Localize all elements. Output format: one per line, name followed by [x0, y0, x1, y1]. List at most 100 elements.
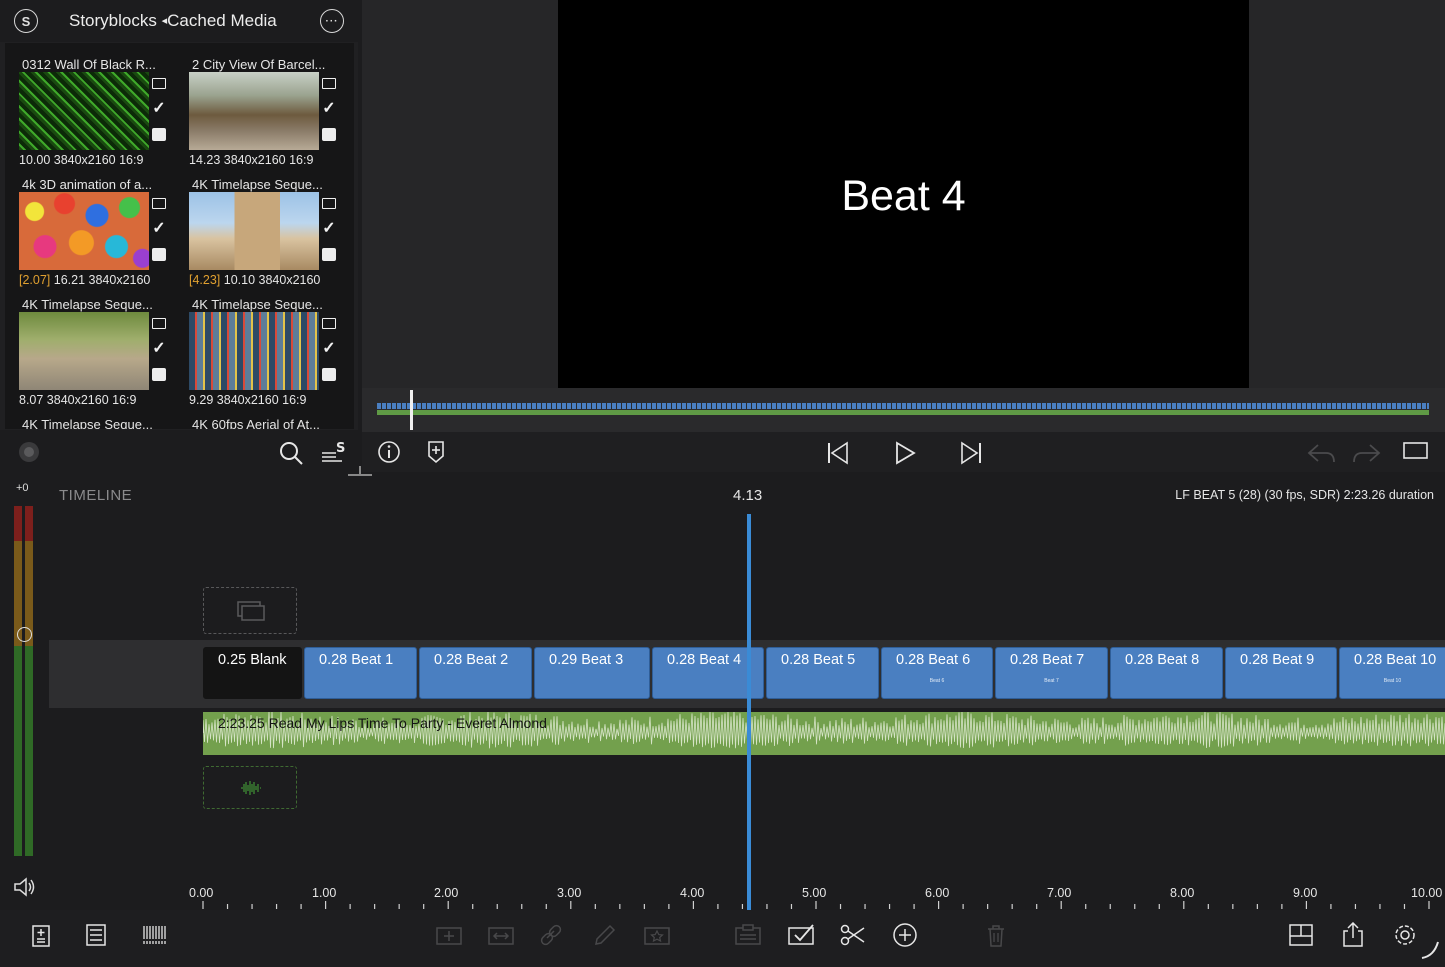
- clip-label: 0.28 Beat 2: [434, 652, 509, 668]
- title-track-placeholder[interactable]: [203, 587, 297, 634]
- viewer-frame[interactable]: Beat 4: [558, 0, 1249, 388]
- media-thumbnail[interactable]: [19, 312, 149, 390]
- clip-label: 0.28 Beat 9: [1240, 652, 1315, 668]
- scrubber-playhead[interactable]: [410, 390, 413, 430]
- timeline-clip[interactable]: 0.28 Beat 2: [419, 647, 532, 699]
- skip-forward-icon[interactable]: [959, 441, 983, 465]
- viewer-title-text: Beat 4: [841, 172, 966, 220]
- timeline-clip[interactable]: 0.28 Beat 6 Beat 6: [881, 647, 993, 699]
- add-marker-icon[interactable]: [426, 440, 446, 464]
- timeline-clip[interactable]: 0.29 Beat 3: [534, 647, 650, 699]
- media-item[interactable]: 4K Timelapse Seque...: [5, 403, 170, 429]
- media-item[interactable]: 4k 3D animation of a... ✓ [2.07] 16.21 3…: [5, 163, 170, 287]
- undo-icon[interactable]: [1306, 442, 1336, 464]
- video-icon: [322, 198, 336, 209]
- barcode-icon[interactable]: [140, 922, 168, 948]
- search-icon[interactable]: [278, 440, 304, 466]
- media-browser: S Storyblocks ◂Cached Media ··· 0312 Wal…: [0, 0, 358, 472]
- sort-icon[interactable]: S: [320, 439, 346, 465]
- ruler-label: 7.00: [1047, 886, 1072, 900]
- timeline-clip[interactable]: 0.28 Beat 1: [304, 647, 417, 699]
- add-title-icon[interactable]: [435, 922, 463, 948]
- media-status-icons: ✓: [322, 76, 338, 151]
- clip-label: 0.28 Beat 5: [781, 652, 856, 668]
- select-icon[interactable]: [787, 922, 815, 948]
- settings-icon[interactable]: [1391, 922, 1419, 948]
- clip-label: 0.28 Beat 4: [667, 652, 742, 668]
- resize-grip-icon[interactable]: [1420, 940, 1440, 960]
- fullscreen-icon[interactable]: [1403, 441, 1429, 461]
- cached-icon: [152, 368, 166, 381]
- checkmark-icon: ✓: [152, 100, 166, 117]
- add-transition-icon[interactable]: [487, 922, 515, 948]
- checkmark-icon: ✓: [152, 340, 166, 357]
- timeline-clip[interactable]: 0.28 Beat 8: [1110, 647, 1223, 699]
- meter-level-label: +0: [16, 482, 29, 494]
- clip-label: 0.28 Beat 7: [1010, 652, 1085, 668]
- add-icon[interactable]: [891, 922, 919, 948]
- clip-label: 0.28 Beat 1: [319, 652, 394, 668]
- delete-icon[interactable]: [982, 922, 1010, 948]
- storyblocks-icon[interactable]: S: [14, 9, 38, 33]
- add-media-icon[interactable]: [28, 922, 56, 948]
- link-icon[interactable]: [537, 922, 565, 948]
- media-item[interactable]: 4K Timelapse Seque... ✓ [4.23] 10.10 384…: [175, 163, 340, 287]
- timeline-ruler[interactable]: [0, 900, 1445, 910]
- media-thumbnail[interactable]: [189, 312, 319, 390]
- volume-knob[interactable]: [17, 627, 32, 642]
- bottom-toolbar: [0, 910, 1445, 967]
- media-item[interactable]: 4K 60fps Aerial of At...: [175, 403, 340, 429]
- info-icon[interactable]: [377, 440, 401, 464]
- media-item[interactable]: 2 City View Of Barcel... ✓ 14.23 3840x21…: [175, 43, 340, 167]
- record-icon[interactable]: [19, 442, 39, 462]
- media-item[interactable]: 4K Timelapse Seque... ✓ 8.07 3840x2160 1…: [5, 283, 170, 407]
- viewer-scrubber[interactable]: [362, 388, 1445, 432]
- media-thumbnail[interactable]: [189, 192, 319, 270]
- audio-track-placeholder[interactable]: [203, 766, 297, 809]
- edit-icon[interactable]: [591, 922, 619, 948]
- audio-clip[interactable]: 2:23.25 Read My Lips Time To Party - Eve…: [203, 712, 1445, 755]
- media-thumbnail[interactable]: [19, 192, 149, 270]
- media-item[interactable]: 0312 Wall Of Black R... ✓ 10.00 3840x216…: [5, 43, 170, 167]
- clip-label: 0.29 Beat 3: [549, 652, 624, 668]
- media-item-name: 4K 60fps Aerial of At...: [192, 417, 320, 429]
- play-icon[interactable]: [893, 440, 917, 466]
- redo-icon[interactable]: [1352, 442, 1382, 464]
- viewer: Beat 4: [362, 0, 1445, 388]
- scrubber-audio-track: [377, 410, 1429, 415]
- timeline-clip[interactable]: 0.28 Beat 9: [1225, 647, 1337, 699]
- clip-label: 0.25 Blank: [218, 652, 287, 668]
- timeline-clip[interactable]: 0.28 Beat 5: [766, 647, 879, 699]
- media-thumbnail[interactable]: [189, 72, 319, 150]
- more-icon[interactable]: ···: [320, 9, 344, 33]
- browser-title[interactable]: Storyblocks ◂Cached Media: [69, 11, 277, 31]
- speaker-icon[interactable]: [13, 876, 37, 898]
- media-item-name: 4K Timelapse Seque...: [22, 297, 153, 312]
- timeline-clip[interactable]: 0.28 Beat 7 Beat 7: [995, 647, 1108, 699]
- media-status-icons: ✓: [152, 316, 168, 391]
- share-icon[interactable]: [1339, 922, 1367, 948]
- playhead-time: 4.13: [733, 487, 763, 504]
- timeline-playhead[interactable]: [747, 514, 751, 910]
- checkmark-icon: ✓: [322, 340, 336, 357]
- media-item-name: 4K Timelapse Seque...: [192, 297, 323, 312]
- clip-label: 0.28 Beat 8: [1125, 652, 1200, 668]
- timeline-clip[interactable]: 0.28 Beat 10 Beat 10: [1339, 647, 1445, 699]
- meter-right-channel: [25, 506, 33, 856]
- skip-back-icon[interactable]: [826, 441, 850, 465]
- favorite-icon[interactable]: [643, 922, 671, 948]
- checkmark-icon: ✓: [322, 100, 336, 117]
- video-icon: [152, 318, 166, 329]
- media-thumbnail[interactable]: [19, 72, 149, 150]
- svg-text:S: S: [336, 441, 345, 456]
- media-item[interactable]: 4K Timelapse Seque... ✓ 9.29 3840x2160 1…: [175, 283, 340, 407]
- video-icon: [322, 78, 336, 89]
- cached-icon: [152, 248, 166, 261]
- timeline-clip-blank[interactable]: 0.25 Blank: [203, 647, 302, 699]
- list-view-icon[interactable]: [83, 922, 111, 948]
- ruler-label: 2.00: [434, 886, 459, 900]
- clip-thumbnail-text: Beat 10: [1383, 678, 1402, 684]
- layout-icon[interactable]: [1287, 922, 1315, 948]
- split-icon[interactable]: [839, 922, 867, 948]
- clipboard-icon[interactable]: [734, 922, 762, 948]
